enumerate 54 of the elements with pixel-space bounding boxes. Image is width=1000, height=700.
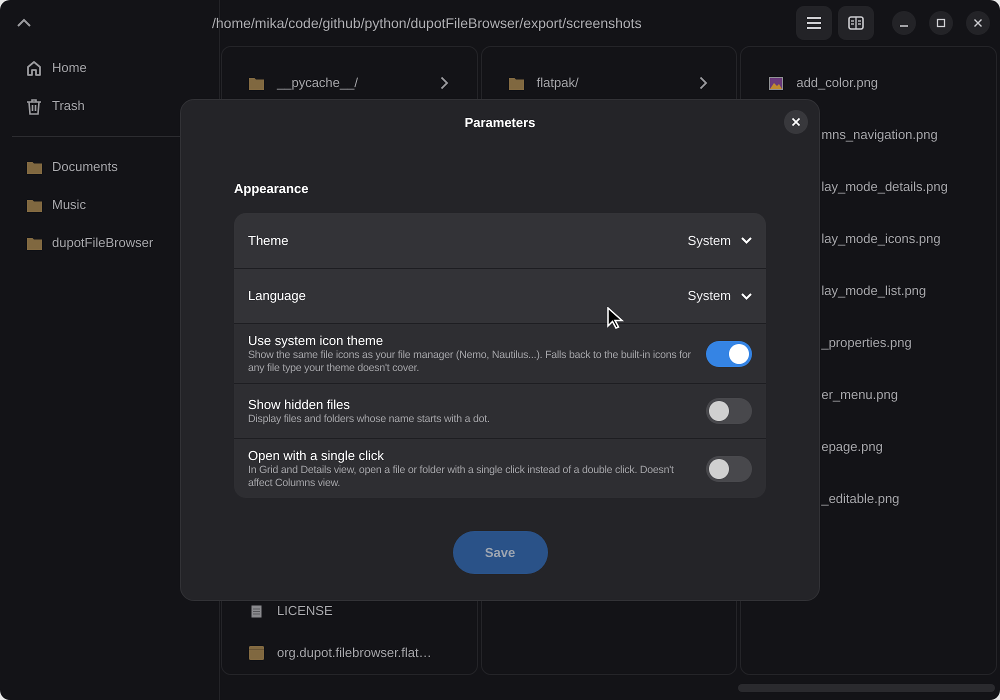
close-button[interactable]	[966, 11, 990, 35]
sidebar-item[interactable]: Trash	[12, 88, 207, 124]
setting-label: Use system icon theme	[248, 332, 384, 349]
setting-description: Display files and folders whose name starts with a dot.	[248, 413, 491, 426]
file-item[interactable]: __pycache__/	[222, 57, 477, 109]
setting-description: In Grid and Details view, open a file or folder with a single click instead of a double click. Doesn't affect Columns view.	[248, 464, 675, 490]
section-heading: Appearance	[234, 181, 308, 196]
chevron-down-icon	[741, 237, 752, 244]
file-item[interactable]: org.dupot.filebrowser.flat…	[222, 632, 477, 674]
dropdown-row[interactable]: Language System	[234, 268, 766, 323]
menu-icon	[806, 16, 822, 30]
columns-icon	[848, 16, 864, 30]
close-icon	[791, 117, 801, 127]
scrollbar[interactable]	[738, 684, 995, 692]
folder-icon	[26, 236, 42, 250]
file-item[interactable]: flatpak/	[482, 57, 736, 109]
toggle-switch[interactable]	[706, 456, 752, 482]
document-icon	[251, 604, 262, 618]
image-icon	[768, 76, 783, 90]
dropdown-row[interactable]: Theme System	[234, 213, 766, 268]
sidebar-item[interactable]: Music	[12, 187, 207, 223]
setting-description: Show the same file icons as your file manager (Nemo, Nautilus...). Falls back to the built-in icons for any file type your theme doesn't cover.	[248, 349, 692, 375]
package-icon	[249, 646, 264, 660]
sidebar-item[interactable]: Home	[12, 50, 207, 86]
maximize-button[interactable]	[929, 11, 953, 35]
menu-button[interactable]	[796, 6, 832, 40]
switch-row[interactable]: Use system icon theme Show the same file icons as your file manager (Nemo, Nautilus...). Falls back to the built-in icons for any file type your theme doesn't cover.	[234, 323, 766, 383]
chevron-down-icon	[741, 292, 752, 300]
setting-label: Show hidden files	[248, 396, 351, 413]
minimize-icon	[900, 25, 908, 27]
minimize-button[interactable]	[892, 11, 916, 35]
trash-icon	[26, 98, 42, 114]
sidebar-item[interactable]: Documents	[12, 149, 207, 185]
dialog-close-button[interactable]	[784, 110, 808, 134]
chevron-up-icon	[16, 18, 32, 28]
file-item[interactable]: add_color.png	[741, 57, 996, 109]
switch-row[interactable]: Show hidden files Display files and folders whose name starts with a dot.	[234, 383, 766, 438]
path-label: /home/mika/code/github/python/dupotFileBrowser/export/screenshots	[212, 14, 642, 33]
home-icon	[26, 60, 42, 76]
close-icon	[973, 18, 983, 28]
folder-icon	[26, 198, 42, 212]
toggle-switch[interactable]	[706, 340, 752, 366]
setting-label: Open with a single click	[248, 447, 385, 464]
toggle-switch[interactable]	[706, 398, 752, 424]
folder-icon	[249, 76, 264, 90]
pointer-icon	[606, 307, 624, 329]
file-item[interactable]: LICENSE	[222, 590, 477, 632]
dialog-title: Parameters	[464, 114, 536, 132]
maximize-icon	[936, 18, 946, 28]
folder-icon	[26, 160, 42, 174]
folder-icon	[508, 76, 524, 90]
sidebar-item[interactable]: dupotFileBrowser	[12, 225, 207, 261]
switch-row[interactable]: Open with a single click In Grid and Details view, open a file or folder with a single click instead of a double click. Doesn't affect Columns view.	[234, 438, 766, 498]
view-toggle-button[interactable]	[838, 6, 874, 40]
